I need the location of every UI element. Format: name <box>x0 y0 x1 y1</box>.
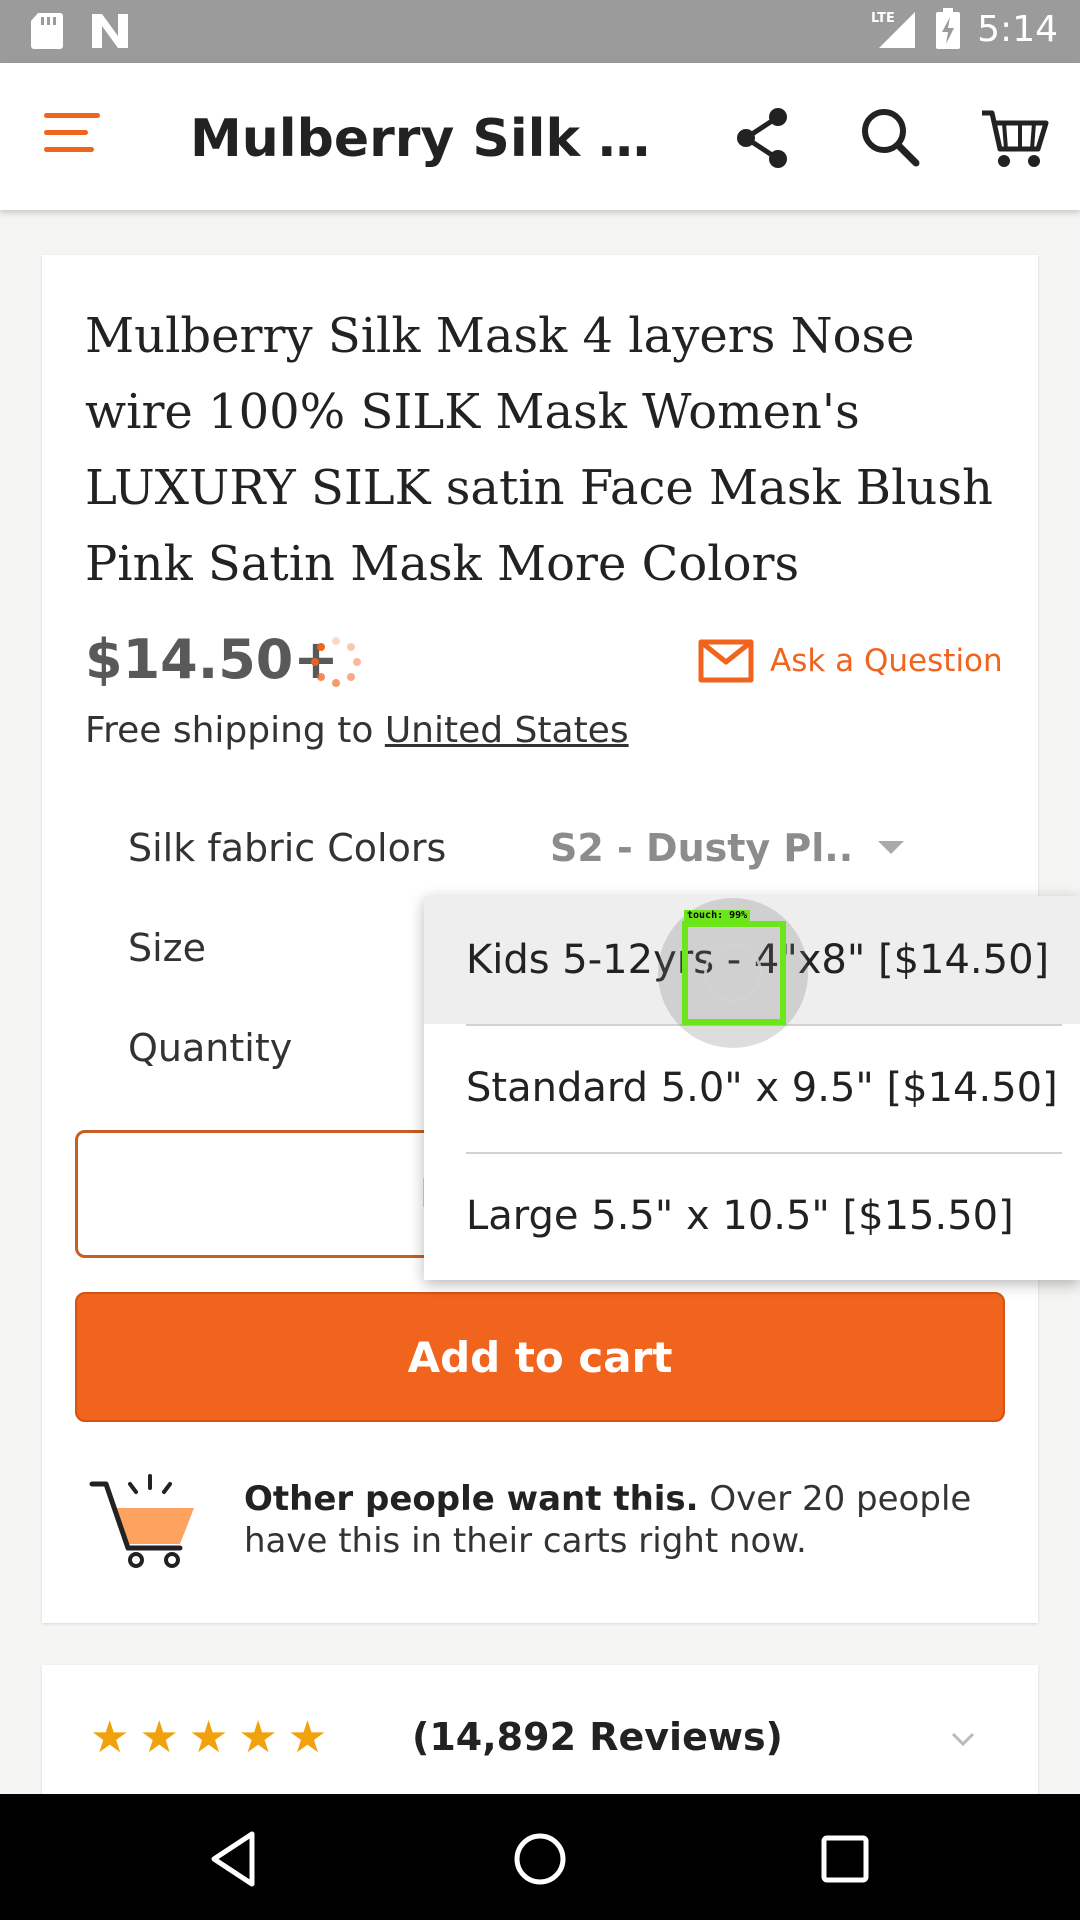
color-option-label: Silk fabric Colors <box>128 826 447 870</box>
product-price: $14.50+ <box>85 628 339 691</box>
shipping-info: Free shipping to United States <box>85 710 629 751</box>
review-count: (14,892 Reviews) <box>412 1715 783 1759</box>
shipping-country-link[interactable]: United States <box>385 710 629 751</box>
svg-text:LTE: LTE <box>871 11 895 26</box>
sd-card-icon <box>31 13 63 49</box>
status-system: LTE 5:14 <box>869 8 1058 50</box>
size-option-label: Size <box>128 926 207 970</box>
size-option-large[interactable]: Large 5.5" x 10.5" [$15.50] <box>424 1152 1080 1280</box>
envelope-icon <box>698 639 754 683</box>
rating-stars: ★★★★★ <box>90 1712 338 1763</box>
page-title: Mulberry Silk Mas... <box>190 109 690 169</box>
n-logo-icon <box>92 14 128 48</box>
status-bar: LTE 5:14 <box>0 0 1080 63</box>
home-icon[interactable] <box>505 1824 575 1894</box>
lte-signal-icon: LTE <box>871 11 916 48</box>
status-notifications <box>30 12 130 50</box>
touch-highlight-box <box>682 921 786 1025</box>
navigation-bar <box>0 1794 1080 1920</box>
search-icon <box>862 109 920 167</box>
ask-question-link[interactable]: Ask a Question <box>698 638 1003 684</box>
color-option-select[interactable]: S2 - Dusty Pl.. <box>550 826 853 870</box>
chevron-down-icon[interactable] <box>950 1726 976 1752</box>
ask-question-label: Ask a Question <box>770 643 1003 679</box>
touch-confidence-label: touch: 99% <box>684 910 751 921</box>
cart-button[interactable] <box>980 103 1050 173</box>
shipping-prefix: Free shipping to <box>85 710 385 751</box>
busy-cart-icon <box>89 1474 194 1568</box>
cart-note-bold: Other people want this. <box>244 1479 699 1519</box>
chevron-down-icon <box>878 841 904 854</box>
search-button[interactable] <box>856 103 926 173</box>
add-to-cart-button[interactable]: Add to cart <box>75 1292 1005 1422</box>
menu-bar-top <box>44 113 100 118</box>
loading-spinner-icon <box>311 637 361 687</box>
menu-bar-bottom <box>44 147 94 152</box>
menu-button[interactable] <box>44 113 100 159</box>
back-icon[interactable] <box>200 1824 270 1894</box>
app-bar: Mulberry Silk Mas... <box>0 63 1080 210</box>
product-title: Mulberry Silk Mask 4 layers Nose wire 10… <box>85 308 993 592</box>
share-icon <box>737 108 787 168</box>
quantity-option-label: Quantity <box>128 1026 293 1070</box>
cart-popularity-note: Other people want this. Over 20 people h… <box>244 1478 1004 1562</box>
menu-bar-middle <box>44 130 88 135</box>
share-button[interactable] <box>728 103 798 173</box>
status-time: 5:14 <box>977 8 1058 50</box>
recents-icon[interactable] <box>810 1824 880 1894</box>
cart-icon <box>982 110 1049 167</box>
battery-charging-icon <box>936 8 961 49</box>
